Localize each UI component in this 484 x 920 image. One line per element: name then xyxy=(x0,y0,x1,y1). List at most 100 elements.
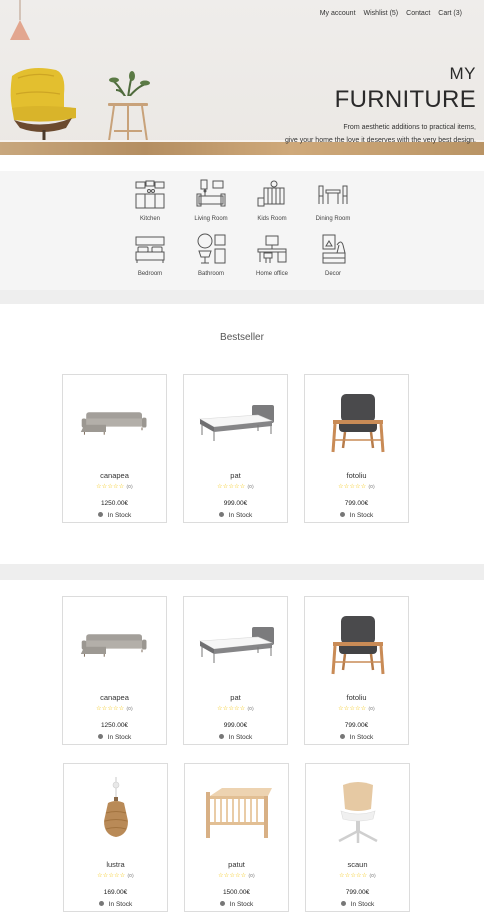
category-label: Living Room xyxy=(194,216,228,222)
cart-link[interactable]: Cart (3) xyxy=(438,10,462,17)
rating-count: (0) xyxy=(127,873,134,878)
category-label: Bedroom xyxy=(137,271,163,277)
hero-tagline-line2: give your home the love it deserves with… xyxy=(284,137,476,144)
product-name[interactable]: pat xyxy=(184,471,287,480)
stock-dot-icon xyxy=(219,901,225,906)
category-label: Decor xyxy=(324,271,341,277)
pendant-lamp-image xyxy=(96,777,136,847)
category-kitchen[interactable]: Kitchen xyxy=(120,178,180,222)
product-card-lustra[interactable]: lustra ☆☆☆☆☆ (0) 169.00€ In Stock xyxy=(63,763,168,912)
product-image[interactable] xyxy=(63,605,166,685)
category-bedroom[interactable]: Bedroom xyxy=(120,233,180,277)
product-card-fotoliu[interactable]: fotoliu ☆☆☆☆☆ (0) 799.00€ In Stock xyxy=(304,596,409,745)
rating-count: (0) xyxy=(368,706,375,711)
kids-room-icon xyxy=(257,180,285,207)
rating-stars: ☆☆☆☆☆ (0) xyxy=(63,483,166,490)
product-image[interactable] xyxy=(184,605,287,685)
stock-status: In Stock xyxy=(185,901,288,908)
category-home-office[interactable]: Home office xyxy=(242,233,302,277)
product-image[interactable] xyxy=(306,772,409,852)
product-image[interactable] xyxy=(305,605,408,685)
stock-dot-icon xyxy=(97,734,103,739)
rating-count: (0) xyxy=(248,873,255,878)
product-image[interactable] xyxy=(64,772,167,852)
stock-status: In Stock xyxy=(63,734,166,741)
brand-title-line1: MY xyxy=(449,64,476,83)
my-account-link[interactable]: My account xyxy=(320,10,356,17)
product-card-patut[interactable]: patut ☆☆☆☆☆ (0) 1500.00€ In Stock xyxy=(184,763,289,912)
stock-dot-icon xyxy=(98,901,104,906)
bestseller-title: Bestseller xyxy=(220,332,264,343)
product-image[interactable] xyxy=(305,383,408,463)
stock-status: In Stock xyxy=(305,512,408,519)
product-card-canapea[interactable]: canapea ☆☆☆☆☆ (0) 1250.00€ In Stock xyxy=(62,596,167,745)
rating-count: (0) xyxy=(369,873,376,878)
category-label: Home office xyxy=(256,271,288,277)
bathroom-icon xyxy=(197,233,226,264)
product-price: 1250.00€ xyxy=(100,722,129,729)
stock-label: In Stock xyxy=(349,734,374,741)
product-card-pat[interactable]: pat ☆☆☆☆☆ (0) 999.00€ In Stock xyxy=(183,374,288,523)
product-name[interactable]: fotoliu xyxy=(305,471,408,480)
product-name[interactable]: scaun xyxy=(306,860,409,869)
product-image[interactable] xyxy=(184,383,287,463)
rating-stars: ☆☆☆☆☆ (0) xyxy=(306,872,409,879)
stock-label: In Stock xyxy=(108,901,133,908)
product-name[interactable]: patut xyxy=(185,860,288,869)
category-section: Kitchen Living Room Kids Room Dining Roo… xyxy=(0,171,484,290)
category-kids-room[interactable]: Kids Room xyxy=(242,178,302,222)
product-name[interactable]: lustra xyxy=(64,860,167,869)
product-image[interactable] xyxy=(185,772,288,852)
rating-stars-icon: ☆☆☆☆☆ xyxy=(339,873,368,879)
armchair-illustration xyxy=(10,68,76,146)
product-price: 799.00€ xyxy=(344,500,369,507)
product-card-pat[interactable]: pat ☆☆☆☆☆ (0) 999.00€ In Stock xyxy=(183,596,288,745)
category-decor[interactable]: Decor xyxy=(303,233,363,277)
stock-dot-icon xyxy=(218,512,224,517)
product-name[interactable]: canapea xyxy=(63,471,166,480)
category-label: Kitchen xyxy=(139,216,160,222)
rating-stars-icon: ☆☆☆☆☆ xyxy=(338,706,367,712)
stock-status: In Stock xyxy=(184,512,287,519)
product-image[interactable] xyxy=(63,383,166,463)
category-living-room[interactable]: Living Room xyxy=(181,178,241,222)
decor-icon xyxy=(322,234,346,264)
rating-stars-icon: ☆☆☆☆☆ xyxy=(96,484,125,490)
product-name[interactable]: fotoliu xyxy=(305,693,408,702)
rating-count: (0) xyxy=(247,706,254,711)
stock-status: In Stock xyxy=(305,734,408,741)
stock-status: In Stock xyxy=(184,734,287,741)
stock-status: In Stock xyxy=(63,512,166,519)
armchair-image xyxy=(326,612,388,678)
section-divider xyxy=(0,290,484,304)
category-bathroom[interactable]: Bathroom xyxy=(181,233,241,277)
rating-stars: ☆☆☆☆☆ (0) xyxy=(185,872,288,879)
stock-status: In Stock xyxy=(306,901,409,908)
product-price: 799.00€ xyxy=(344,722,369,729)
rating-stars-icon: ☆☆☆☆☆ xyxy=(218,873,247,879)
pendant-lamp-illustration xyxy=(10,0,30,40)
category-dining-room[interactable]: Dining Room xyxy=(303,178,363,222)
stock-dot-icon xyxy=(218,734,224,739)
category-label: Kids Room xyxy=(257,216,287,222)
rating-stars-icon: ☆☆☆☆☆ xyxy=(338,484,367,490)
product-name[interactable]: canapea xyxy=(63,693,166,702)
chair-image xyxy=(333,779,383,845)
sofa-image xyxy=(79,627,151,663)
wishlist-link[interactable]: Wishlist (5) xyxy=(364,10,399,17)
product-price: 799.00€ xyxy=(345,889,370,896)
category-label: Dining Room xyxy=(315,216,351,222)
armchair-image xyxy=(326,390,388,456)
stock-label: In Stock xyxy=(349,512,374,519)
contact-link[interactable]: Contact xyxy=(406,10,430,17)
product-card-fotoliu[interactable]: fotoliu ☆☆☆☆☆ (0) 799.00€ In Stock xyxy=(304,374,409,523)
product-card-canapea[interactable]: canapea ☆☆☆☆☆ (0) 1250.00€ In Stock xyxy=(62,374,167,523)
stock-label: In Stock xyxy=(107,512,132,519)
stock-dot-icon xyxy=(340,901,346,906)
product-name[interactable]: pat xyxy=(184,693,287,702)
stock-dot-icon xyxy=(339,734,345,739)
hero-tagline-line1: From aesthetic additions to practical it… xyxy=(343,124,476,131)
side-table-illustration xyxy=(107,71,150,149)
product-card-scaun[interactable]: scaun ☆☆☆☆☆ (0) 799.00€ In Stock xyxy=(305,763,410,912)
sofa-image xyxy=(79,405,151,441)
